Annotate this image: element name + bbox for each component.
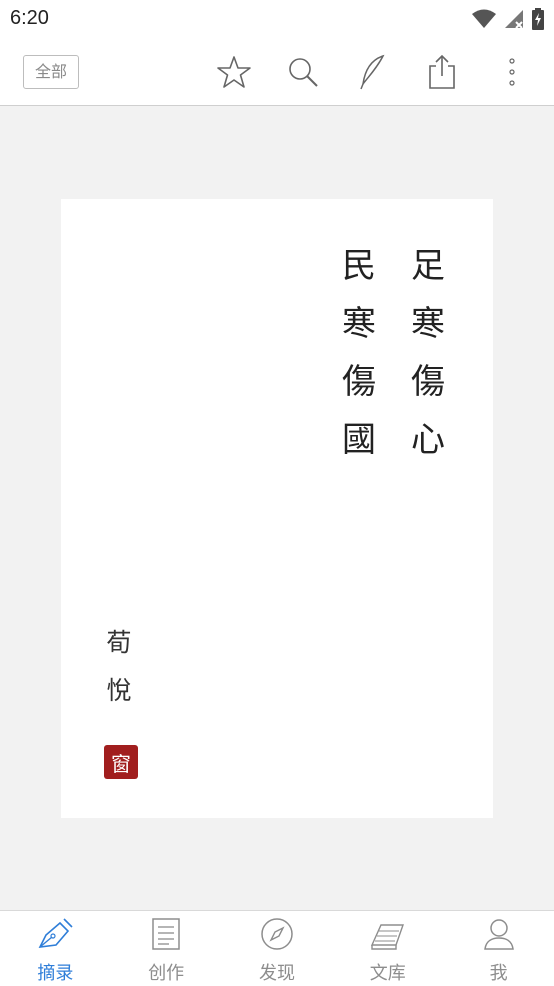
author-name: 荀 悅 xyxy=(104,619,134,715)
nav-item-discover[interactable]: 发现 xyxy=(222,911,333,986)
wifi-icon xyxy=(472,9,496,33)
poem-char: 民 xyxy=(342,246,376,286)
compass-icon xyxy=(260,917,294,955)
battery-icon xyxy=(532,8,544,34)
nav-label: 创作 xyxy=(148,963,185,984)
search-icon[interactable] xyxy=(283,52,323,92)
nav-label: 摘录 xyxy=(37,963,74,984)
quote-card[interactable]: 足 寒 傷 心 民 寒 傷 國 荀 悅 窗 xyxy=(61,199,493,818)
nav-label: 我 xyxy=(489,963,508,984)
nav-label: 文库 xyxy=(369,963,406,984)
nav-item-excerpts[interactable]: 摘录 xyxy=(0,911,111,986)
person-icon xyxy=(482,917,516,955)
poem-char: 傷 xyxy=(342,362,376,402)
filter-all-button[interactable]: 全部 xyxy=(23,55,79,89)
books-icon xyxy=(369,917,407,955)
more-vert-icon[interactable] xyxy=(492,52,532,92)
poem-char: 傷 xyxy=(411,362,445,402)
fountain-pen-icon xyxy=(36,917,74,955)
poem-char: 國 xyxy=(342,420,376,460)
poem-char: 足 xyxy=(411,246,445,286)
content-area: 足 寒 傷 心 民 寒 傷 國 荀 悅 窗 xyxy=(0,107,554,910)
bottom-nav: 摘录 创作 发现 文库 我 xyxy=(0,910,554,986)
status-bar: 6:20 xyxy=(0,0,554,38)
poem-char: 寒 xyxy=(342,304,376,344)
author-char: 荀 xyxy=(106,628,132,657)
poem-char: 寒 xyxy=(411,304,445,344)
nav-item-library[interactable]: 文库 xyxy=(332,911,443,986)
author-char: 悅 xyxy=(106,676,132,705)
cellular-signal-icon xyxy=(504,9,524,33)
document-icon xyxy=(149,917,183,955)
toolbar: 全部 xyxy=(0,38,554,106)
status-time: 6:20 xyxy=(10,7,49,29)
star-icon[interactable] xyxy=(214,52,254,92)
nav-item-me[interactable]: 我 xyxy=(443,911,554,986)
poem-column-left: 民 寒 傷 國 xyxy=(339,237,379,469)
quill-pen-icon[interactable] xyxy=(352,52,392,92)
poem-column-right: 足 寒 傷 心 xyxy=(408,237,448,469)
nav-item-create[interactable]: 创作 xyxy=(111,911,222,986)
status-icons xyxy=(472,8,544,34)
poem-char: 心 xyxy=(411,420,445,460)
share-icon[interactable] xyxy=(422,52,462,92)
nav-label: 发现 xyxy=(258,963,295,984)
seal-stamp: 窗 xyxy=(104,745,138,779)
